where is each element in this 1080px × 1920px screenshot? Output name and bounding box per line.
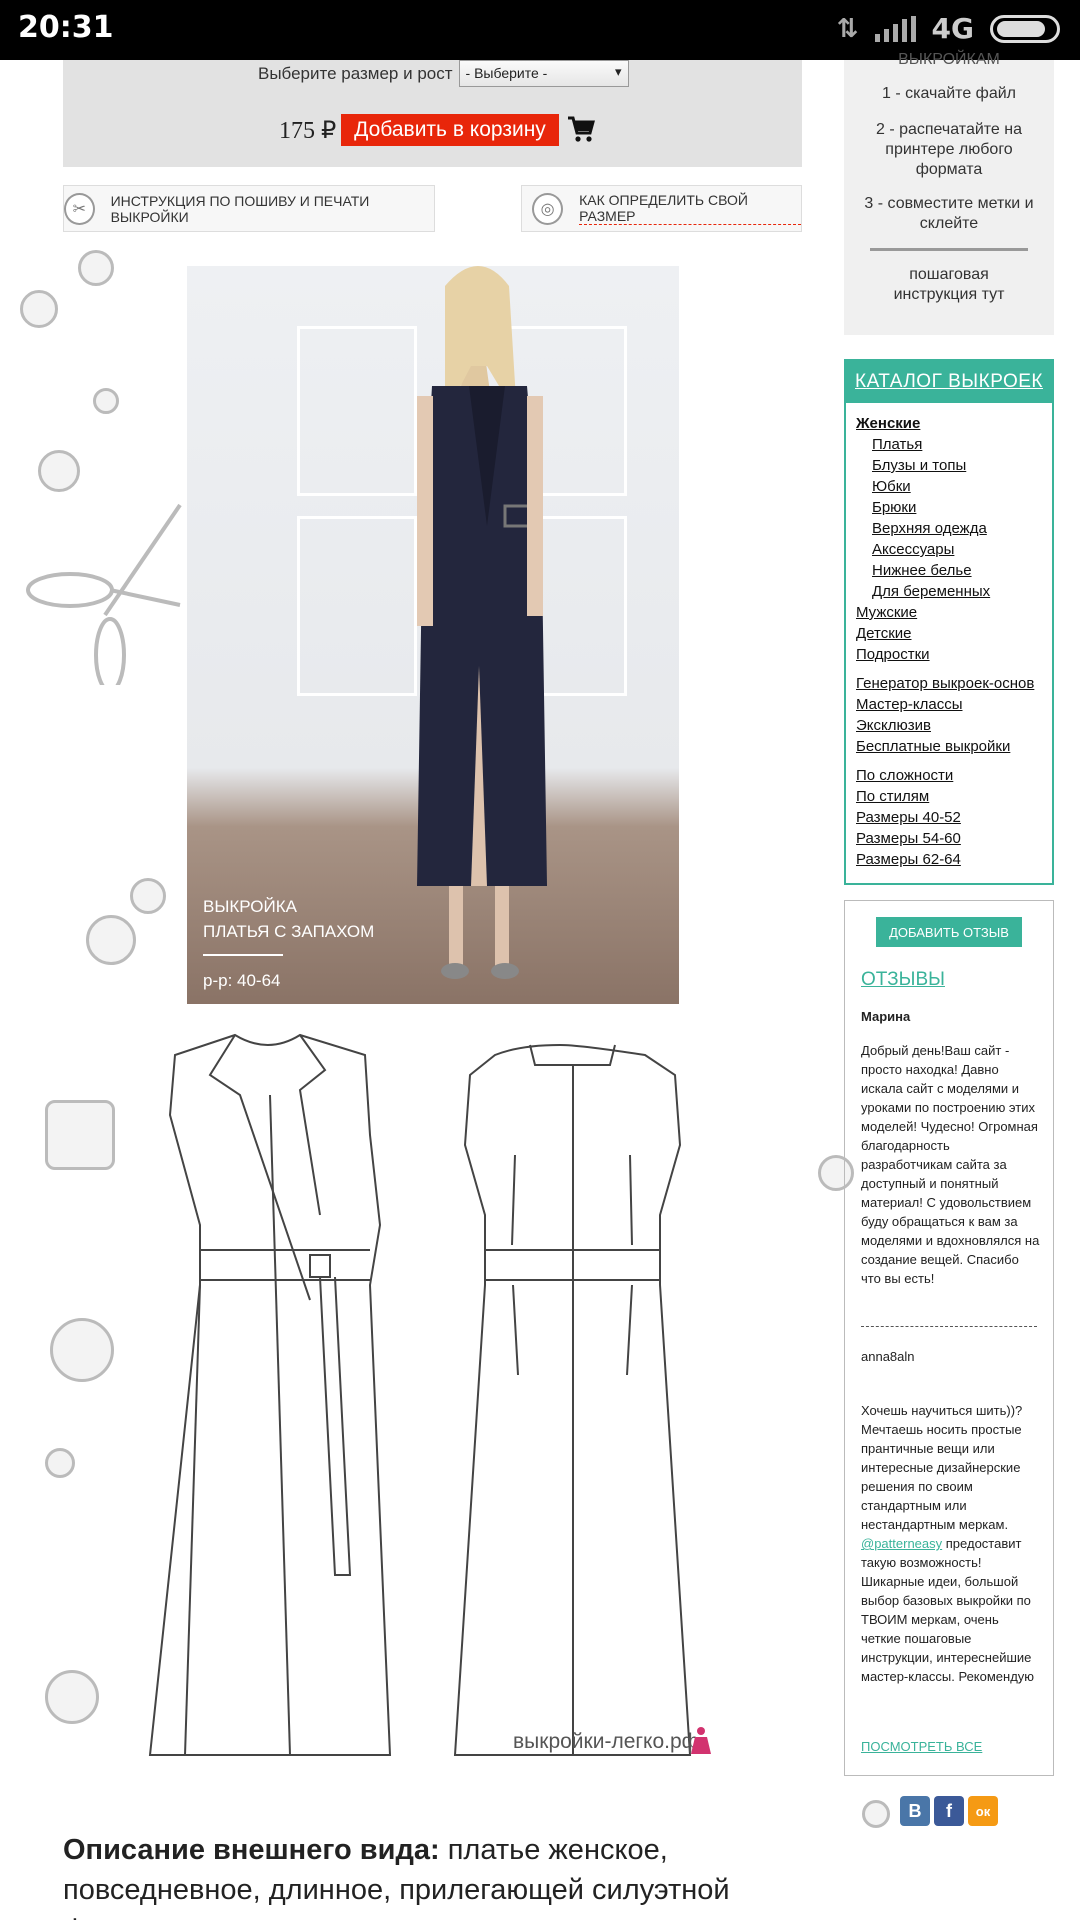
status-icons: ⇅ 4G (837, 12, 1060, 45)
technical-sketch (148, 1033, 692, 1756)
size-select-value: - Выберите - (465, 65, 548, 81)
photo-sizes: р-р: 40-64 (203, 971, 281, 990)
catalog-women-item[interactable]: Юбки (856, 476, 1052, 497)
catalog-women[interactable]: Женские (856, 413, 1052, 434)
catalog-women-item[interactable]: Нижнее белье (856, 560, 1052, 581)
flower-doodle-icon (862, 1800, 890, 1828)
measuring-tape-icon: ◎ (532, 192, 564, 225)
add-to-cart-button[interactable]: Добавить в корзину (341, 114, 559, 146)
catalog-women-item[interactable]: Брюки (856, 497, 1052, 518)
steps-divider (870, 248, 1028, 251)
review-author: anna8aln (861, 1349, 915, 1364)
review-text: Добрый день!Ваш сайт - просто находка! Д… (861, 1043, 1040, 1286)
battery-icon (990, 14, 1060, 43)
sewing-instruction-button[interactable]: ✂ ИНСТРУКЦИЯ ПО ПОШИВУ И ПЕЧАТИ ВЫКРОЙКИ (63, 185, 435, 232)
catalog-women-item[interactable]: Для беременных (856, 581, 1052, 602)
network-type: 4G (931, 12, 974, 45)
catalog-link[interactable]: По сложности (856, 765, 1052, 786)
see-all-reviews-link[interactable]: ПОСМОТРЕТЬ ВСЕ (861, 1739, 982, 1754)
catalog-women-item[interactable]: Аксессуары (856, 539, 1052, 560)
data-arrows-icon: ⇅ (836, 13, 859, 44)
catalog-link[interactable]: Бесплатные выкройки (856, 736, 1052, 757)
watermark: выкройки-легко.рф (513, 1730, 699, 1753)
thread-spool-doodle-icon (45, 1100, 115, 1170)
review-text-part: предоставит такую возможность! Шикарные … (861, 1536, 1035, 1684)
photo-caption: ВЫКРОЙКА ПЛАТЬЯ С ЗАПАХОМ р-р: 40-64 (203, 894, 374, 993)
catalog-link[interactable]: Эксклюзив (856, 715, 1052, 736)
button-doodle-icon (130, 878, 166, 914)
catalog-link[interactable]: Генератор выкроек-основ (856, 673, 1052, 694)
sewing-instruction-label: ИНСТРУКЦИЯ ПО ПОШИВУ И ПЕЧАТИ ВЫКРОЙКИ (110, 192, 370, 225)
catalog-kids[interactable]: Детские (856, 623, 1052, 644)
catalog-women-item[interactable]: Платья (856, 434, 1052, 455)
button-doodle-icon (50, 1318, 114, 1382)
catalog-link[interactable]: Размеры 54-60 (856, 828, 1052, 849)
catalog-list: Женские Платья Блузы и топы Юбки Брюки В… (846, 403, 1052, 870)
button-doodle-icon (38, 450, 80, 492)
photo-caption-line2: ПЛАТЬЯ С ЗАПАХОМ (203, 922, 375, 941)
steps-header: ВЫКРОЙКАМ (898, 51, 1000, 68)
status-time: 20:31 (18, 10, 114, 45)
caption-divider (203, 954, 283, 956)
facebook-share-icon[interactable]: f (934, 1796, 964, 1826)
odnoklassniki-share-icon[interactable]: ок (968, 1796, 998, 1826)
steps-box: ВЫКРОЙКАМ 1 - скачайте файл 2 - распечат… (844, 51, 1054, 335)
photo-caption-line1: ВЫКРОЙКА (203, 897, 297, 916)
add-review-button[interactable]: ДОБАВИТЬ ОТЗЫВ (876, 917, 1022, 947)
step-3: 3 - совместите метки и склейте (864, 195, 1034, 232)
instruction-link[interactable]: пошаговая инструкция тут (844, 265, 1054, 305)
dress-logo-icon (691, 1727, 711, 1754)
button-doodle-icon (93, 388, 119, 414)
size-select[interactable]: - Выберите - (458, 60, 629, 87)
button-doodle-icon (45, 1448, 75, 1478)
scissors-doodle-icon (26, 503, 182, 685)
step-1: 1 - скачайте файл (881, 85, 1016, 102)
size-guide-label: КАК ОПРЕДЕЛИТЬ СВОЙ РАЗМЕР (579, 192, 801, 225)
step-2: 2 - распечатайте на принтере любого форм… (875, 121, 1023, 178)
catalog-box: КАТАЛОГ ВЫКРОЕК Женские Платья Блузы и т… (844, 359, 1054, 885)
reviews-title[interactable]: ОТЗЫВЫ (861, 969, 945, 991)
catalog-teens[interactable]: Подростки (856, 644, 1052, 665)
reviews-box: ДОБАВИТЬ ОТЗЫВ ОТЗЫВЫ Марина Добрый день… (844, 900, 1054, 1776)
catalog-link[interactable]: Мастер-классы (856, 694, 1052, 715)
catalog-link[interactable]: Размеры 40-52 (856, 807, 1052, 828)
review-author: Марина (861, 1009, 911, 1024)
button-doodle-icon (20, 290, 58, 328)
purchase-panel: Выберите размер и рост - Выберите - 175 … (63, 60, 802, 167)
price: 175 ₽ (279, 118, 337, 144)
review-divider (861, 1326, 1037, 1327)
size-guide-button[interactable]: ◎ КАК ОПРЕДЕЛИТЬ СВОЙ РАЗМЕР (521, 185, 802, 232)
shopping-cart-icon[interactable] (566, 114, 596, 144)
description-heading: Описание внешнего вида: (63, 1834, 440, 1866)
catalog-women-item[interactable]: Блузы и топы (856, 455, 1052, 476)
catalog-link[interactable]: Размеры 62-64 (856, 849, 1052, 870)
size-label: Выберите размер и рост (258, 63, 453, 83)
catalog-title[interactable]: КАТАЛОГ ВЫКРОЕК (846, 361, 1052, 403)
signal-icon (874, 15, 916, 42)
review-text: Хочешь научиться шить))? Мечтаешь носить… (861, 1401, 1041, 1686)
button-doodle-icon (45, 1670, 99, 1724)
vk-share-icon[interactable]: В (900, 1796, 930, 1826)
size-row: Выберите размер и рост - Выберите - (258, 60, 629, 87)
review-tag-link[interactable]: @patterneasy (861, 1536, 942, 1551)
button-doodle-icon (86, 915, 136, 965)
catalog-women-item[interactable]: Верхняя одежда (856, 518, 1052, 539)
review-text-part: Хочешь научиться шить))? Мечтаешь носить… (861, 1403, 1023, 1532)
model-photo: ВЫКРОЙКА ПЛАТЬЯ С ЗАПАХОМ р-р: 40-64 (187, 266, 679, 1004)
catalog-link[interactable]: По стилям (856, 786, 1052, 807)
catalog-men[interactable]: Мужские (856, 602, 1052, 623)
scissors-icon: ✂ (64, 192, 95, 225)
description: Описание внешнего вида: платье женское, … (63, 1830, 823, 1920)
button-doodle-icon (78, 250, 114, 286)
